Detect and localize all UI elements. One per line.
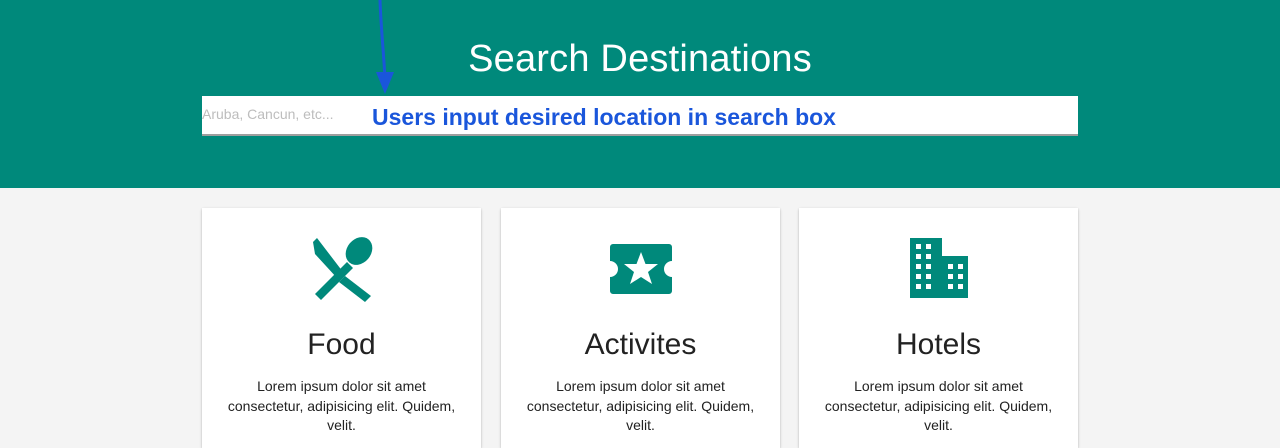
ticket-star-icon (610, 244, 672, 294)
card-text: Lorem ipsum dolor sit amet consectetur, … (824, 378, 1053, 433)
card-title: Food (307, 328, 376, 361)
card-text: Lorem ipsum dolor sit amet consectetur, … (526, 378, 755, 433)
hero-banner: Search Destinations (0, 0, 1280, 188)
card-title: Activites (584, 328, 697, 361)
page-title: Search Destinations (468, 38, 812, 80)
hotel-building-icon (910, 238, 968, 298)
annotation-arrow (376, 0, 394, 94)
restaurant-icon (313, 237, 373, 302)
card-hotels[interactable]: Hotels Lorem ipsum dolor sit amet consec… (799, 208, 1078, 448)
annotation-text: Users input desired location in search b… (372, 104, 836, 130)
card-text: Lorem ipsum dolor sit amet consectetur, … (227, 378, 456, 433)
card-food[interactable]: Food Lorem ipsum dolor sit amet consecte… (202, 208, 481, 448)
card-activities[interactable]: Activites Lorem ipsum dolor sit amet con… (501, 208, 780, 448)
card-title: Hotels (895, 328, 982, 361)
